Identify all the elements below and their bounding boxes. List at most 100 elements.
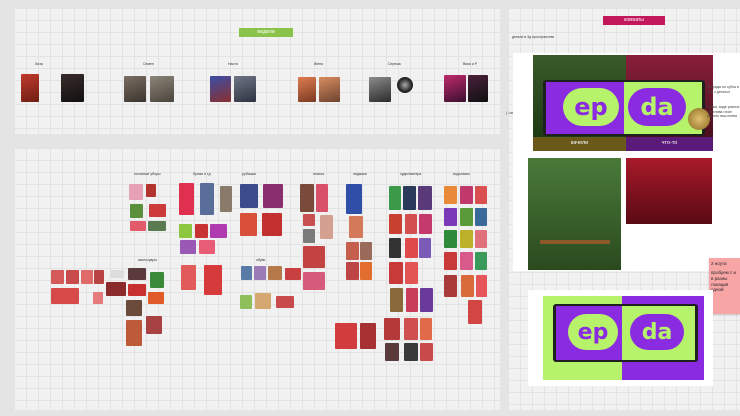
model-photo[interactable]	[234, 76, 256, 102]
clothing-item[interactable]	[129, 184, 143, 200]
clothing-item[interactable]	[475, 230, 487, 248]
clothing-item[interactable]	[128, 284, 146, 296]
clothing-item[interactable]	[419, 214, 432, 234]
clothing-item[interactable]	[405, 214, 417, 234]
clothing-item[interactable]	[149, 204, 166, 217]
clothing-item[interactable]	[110, 270, 124, 278]
clothing-item[interactable]	[390, 288, 403, 312]
clothing-item[interactable]	[128, 268, 146, 280]
clothing-item[interactable]	[316, 184, 328, 212]
curtain-photo[interactable]	[626, 158, 712, 224]
clothing-item[interactable]	[220, 186, 232, 212]
clothing-item[interactable]	[460, 230, 473, 248]
clothing-item[interactable]	[349, 216, 363, 238]
clothing-item[interactable]	[335, 323, 357, 349]
clothing-item[interactable]	[475, 252, 487, 270]
clothing-item[interactable]	[404, 343, 418, 361]
model-photo[interactable]	[444, 75, 466, 102]
clothing-item[interactable]	[130, 221, 146, 231]
clothing-item[interactable]	[93, 292, 103, 304]
clothing-item[interactable]	[199, 240, 215, 254]
clothing-item[interactable]	[403, 186, 416, 210]
clothing-item[interactable]	[418, 186, 432, 210]
clothing-item[interactable]	[420, 318, 432, 340]
clothing-item[interactable]	[148, 221, 166, 231]
clothing-item[interactable]	[444, 230, 457, 248]
model-photo[interactable]	[124, 76, 146, 102]
clothing-item[interactable]	[285, 268, 301, 280]
clothing-item[interactable]	[268, 266, 282, 280]
clothing-item[interactable]	[146, 184, 156, 197]
clothing-item[interactable]	[460, 208, 473, 226]
clothing-item[interactable]	[320, 215, 333, 239]
clothing-item[interactable]	[130, 204, 143, 218]
swing-photo[interactable]	[528, 158, 621, 270]
clothing-item[interactable]	[66, 270, 79, 284]
model-photo[interactable]	[150, 76, 174, 102]
clothing-item[interactable]	[303, 246, 325, 268]
model-photo[interactable]	[210, 76, 231, 102]
models-label-tag[interactable]: модели	[239, 28, 293, 37]
clothing-item[interactable]	[240, 213, 257, 236]
clothing-item[interactable]	[195, 224, 208, 238]
model-photo[interactable]	[21, 74, 39, 102]
clothing-item[interactable]	[241, 266, 252, 280]
clothing-item[interactable]	[262, 213, 282, 236]
clothing-item[interactable]	[460, 252, 473, 270]
clothing-item[interactable]	[126, 320, 142, 346]
clothing-item[interactable]	[468, 300, 482, 324]
clothing-item[interactable]	[420, 288, 433, 312]
clothing-item[interactable]	[476, 275, 487, 297]
clothing-item[interactable]	[460, 186, 473, 204]
clothing-item[interactable]	[444, 186, 457, 204]
clothing-item[interactable]	[346, 262, 359, 280]
clothing-item[interactable]	[360, 323, 376, 349]
clothing-item[interactable]	[444, 252, 457, 270]
clothing-item[interactable]	[389, 238, 401, 258]
clothing-item[interactable]	[444, 275, 457, 297]
clothing-item[interactable]	[303, 214, 315, 226]
clothing-item[interactable]	[106, 282, 126, 296]
model-photo[interactable]	[369, 77, 391, 102]
clothing-item[interactable]	[94, 270, 104, 284]
sticky-note[interactable]: 2 ноута пробуем с и в разны локация одно…	[709, 258, 740, 314]
clothing-item[interactable]	[303, 229, 315, 243]
clothing-item[interactable]	[181, 265, 196, 290]
clothing-item[interactable]	[475, 186, 487, 204]
clothing-item[interactable]	[146, 316, 162, 334]
clothing-item[interactable]	[385, 343, 399, 361]
clothing-item[interactable]	[179, 224, 192, 238]
rooms-label-tag[interactable]: комнаты	[603, 16, 665, 25]
model-photo[interactable]	[61, 74, 84, 102]
clothing-item[interactable]	[389, 186, 401, 210]
clothing-item[interactable]	[126, 300, 142, 316]
clothing-item[interactable]	[420, 343, 433, 361]
clothing-item[interactable]	[276, 296, 294, 308]
clothing-item[interactable]	[300, 184, 314, 212]
clothing-item[interactable]	[51, 288, 79, 304]
clothing-item[interactable]	[150, 272, 164, 288]
clothing-item[interactable]	[404, 318, 418, 340]
clothing-item[interactable]	[405, 238, 418, 258]
clothing-item[interactable]	[444, 208, 457, 226]
clothing-item[interactable]	[346, 184, 362, 214]
clothing-item[interactable]	[81, 270, 93, 284]
clothing-item[interactable]	[303, 272, 325, 290]
clothing-item[interactable]	[255, 293, 271, 309]
clothing-item[interactable]	[346, 242, 359, 260]
clothing-item[interactable]	[240, 184, 258, 208]
clothing-item[interactable]	[204, 265, 222, 295]
clothing-item[interactable]	[360, 262, 372, 280]
clothing-item[interactable]	[180, 240, 196, 254]
clothing-item[interactable]	[389, 262, 403, 284]
clothing-item[interactable]	[240, 295, 252, 309]
clothing-item[interactable]	[475, 208, 487, 226]
clothing-item[interactable]	[360, 242, 372, 260]
model-photo[interactable]	[298, 77, 316, 102]
clothing-item[interactable]	[200, 183, 214, 215]
clothing-item[interactable]	[254, 266, 266, 280]
clothing-item[interactable]	[389, 214, 402, 234]
model-avatar[interactable]	[397, 77, 413, 93]
clothing-item[interactable]	[148, 292, 164, 304]
clothing-item[interactable]	[405, 262, 418, 284]
